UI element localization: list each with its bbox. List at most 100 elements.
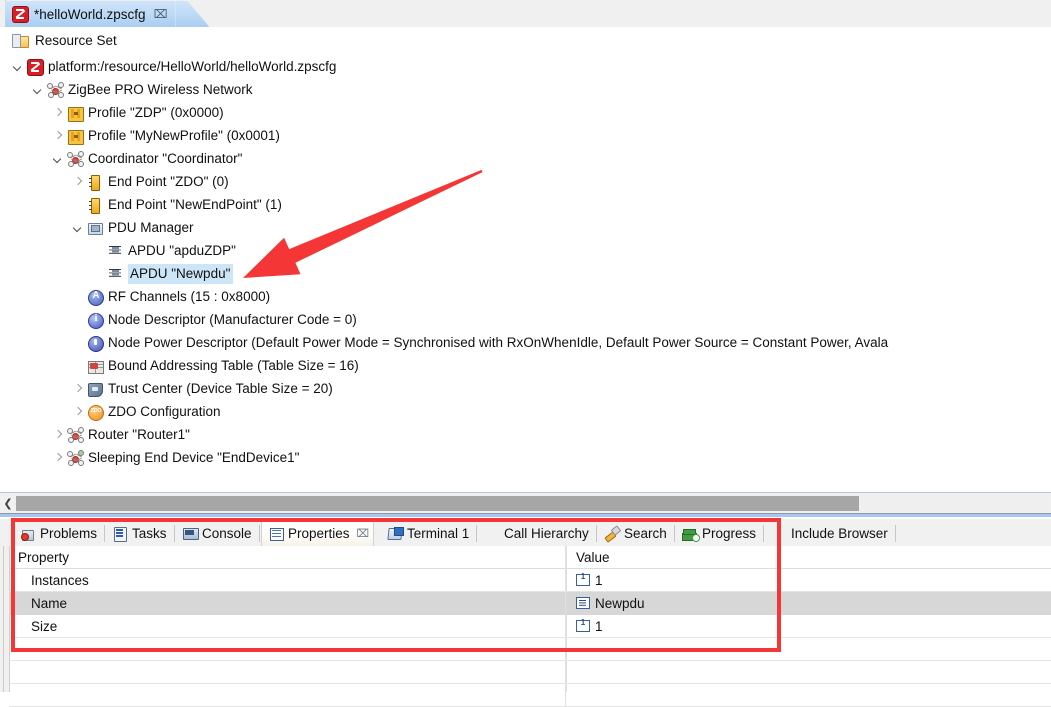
tree-item-label: RF Channels (15 : 0x8000) — [108, 288, 271, 304]
tab-label: Problems — [40, 526, 98, 541]
call-hierarchy-icon — [485, 526, 500, 541]
chevron-right-icon[interactable] — [52, 428, 65, 441]
tab-console[interactable]: Console — [176, 521, 260, 546]
zpscfg-file-icon — [27, 58, 44, 76]
node-sat-3 — [58, 91, 64, 98]
close-icon[interactable]: ⌧ — [154, 8, 168, 20]
network-icon — [47, 81, 64, 98]
scroll-left-icon[interactable]: ❮ — [2, 496, 14, 511]
tab-properties[interactable]: Properties ⌧ — [261, 521, 374, 546]
tree-row[interactable]: Router "Router1" — [0, 423, 1051, 446]
tab-separator — [476, 525, 477, 542]
chevron-right-icon[interactable] — [52, 106, 65, 119]
view-tab-bar: Problems Tasks Console Properties ⌧ Terminal … — [0, 519, 1051, 547]
tab-label: Call Hierarchy — [504, 526, 589, 541]
profile-glyph — [68, 106, 84, 122]
tree-row[interactable]: RF Channels (15 : 0x8000) — [0, 285, 1051, 308]
end-device-icon — [67, 449, 84, 466]
tree-horizontal-scrollbar[interactable]: ❮ — [0, 492, 1051, 514]
tree-row[interactable]: ZDO Configuration — [0, 400, 1051, 423]
tree-row[interactable]: Bound Addressing Table (Table Size = 16) — [0, 354, 1051, 377]
property-value-cell: Newpdu — [567, 592, 1051, 614]
node-sat-2 — [68, 459, 74, 466]
scrollbar-thumb[interactable] — [16, 496, 859, 511]
tree-row[interactable]: End Point "ZDO" (0) — [0, 170, 1051, 193]
chevron-right-icon[interactable] — [72, 382, 85, 395]
trust-glyph — [88, 382, 103, 397]
pdu-manager-glyph — [88, 222, 103, 235]
table-row[interactable]: Name Newpdu — [9, 592, 1051, 615]
tree-row[interactable]: Node Power Descriptor (Default Power Mod… — [0, 331, 1051, 354]
tab-label: Tasks — [132, 526, 167, 541]
profile-icon — [67, 128, 84, 145]
tree-item-label: APDU "Newpdu" — [128, 263, 234, 284]
tab-separator — [674, 525, 675, 542]
tree-item-label: PDU Manager — [108, 219, 194, 235]
tab-terminal-1[interactable]: Terminal 1 — [381, 521, 477, 546]
empty-name-cell — [9, 638, 566, 660]
tab-include-browser[interactable]: Include Browser — [765, 521, 896, 546]
include-browser-icon — [772, 526, 787, 541]
tree-row[interactable]: ZigBee PRO Wireless Network — [0, 78, 1051, 101]
tree-item-label: Router "Router1" — [88, 426, 190, 442]
close-icon[interactable]: ⌧ — [357, 527, 370, 540]
tree-row[interactable]: Profile "ZDP" (0x0000) — [0, 101, 1051, 124]
tree-row[interactable]: APDU "Newpdu" — [0, 262, 1051, 285]
binding-table-icon — [87, 358, 104, 374]
table-row[interactable]: Size 1 — [9, 615, 1051, 638]
editor-tab-helloworld-zpscfg[interactable]: *helloWorld.zpscfg ⌧ — [5, 1, 210, 27]
chevron-down-icon[interactable] — [12, 60, 25, 73]
node-sat-2 — [48, 91, 54, 98]
tab-separator — [596, 525, 597, 542]
chevron-down-icon[interactable] — [52, 152, 65, 165]
tab-problems[interactable]: Problems — [14, 521, 105, 546]
chevron-right-icon[interactable] — [72, 175, 85, 188]
tree-item-label: Trust Center (Device Table Size = 20) — [108, 380, 333, 396]
tree-row[interactable]: platform:/resource/HelloWorld/helloWorld… — [0, 55, 1051, 78]
coordinator-icon — [67, 150, 84, 167]
property-value-label: 1 — [595, 572, 603, 588]
chevron-right-icon[interactable] — [52, 451, 65, 464]
chevron-right-icon[interactable] — [72, 405, 85, 418]
chevron-down-icon[interactable] — [72, 221, 85, 234]
tree-row[interactable]: Profile "MyNewProfile" (0x0001) — [0, 124, 1051, 147]
tree-item-label: Profile "ZDP" (0x0000) — [88, 104, 224, 120]
table-row-empty — [9, 661, 1051, 684]
terminal-icon — [388, 526, 404, 541]
empty-name-cell — [9, 684, 566, 706]
rf-channels-icon — [87, 289, 104, 306]
table-row[interactable]: Instances 1 — [9, 569, 1051, 592]
tree-row[interactable]: Trust Center (Device Table Size = 20) — [0, 377, 1051, 400]
tab-search[interactable]: Search — [598, 521, 675, 546]
tree-row[interactable]: APDU "apduZDP" — [0, 239, 1051, 262]
endpoint-icon — [87, 197, 103, 214]
scrollbar-track[interactable] — [859, 496, 1049, 511]
tasks-icon — [113, 526, 128, 542]
tree-row[interactable]: Node Descriptor (Manufacturer Code = 0) — [0, 308, 1051, 331]
node-sat-3 — [78, 160, 84, 167]
property-name-cell: Size — [9, 615, 566, 637]
tab-label: Console — [202, 526, 252, 541]
chevron-down-icon[interactable] — [32, 83, 45, 96]
tree-row[interactable]: PDU Manager — [0, 216, 1051, 239]
tab-label: Terminal 1 — [407, 526, 470, 541]
tree-item-label: APDU "apduZDP" — [128, 242, 236, 258]
tab-separator — [174, 525, 175, 542]
chevron-right-icon[interactable] — [52, 129, 65, 142]
tab-progress[interactable]: Progress — [676, 521, 764, 546]
tree-row[interactable]: End Point "NewEndPoint" (1) — [0, 193, 1051, 216]
model-tree[interactable]: platform:/resource/HelloWorld/helloWorld… — [0, 55, 1051, 492]
apdu-glyph — [109, 245, 121, 256]
search-icon — [605, 526, 620, 541]
value-column-label: Value — [576, 549, 610, 565]
value-column-header: Value — [567, 546, 1051, 568]
profile-icon — [67, 105, 84, 122]
tree-item-label: End Point "NewEndPoint" (1) — [108, 196, 282, 212]
tree-row[interactable]: Coordinator "Coordinator" — [0, 147, 1051, 170]
tab-tasks[interactable]: Tasks — [106, 521, 175, 546]
tab-call-hierarchy[interactable]: Call Hierarchy — [478, 521, 597, 546]
tree-row[interactable]: Sleeping End Device "EndDevice1" — [0, 446, 1051, 469]
